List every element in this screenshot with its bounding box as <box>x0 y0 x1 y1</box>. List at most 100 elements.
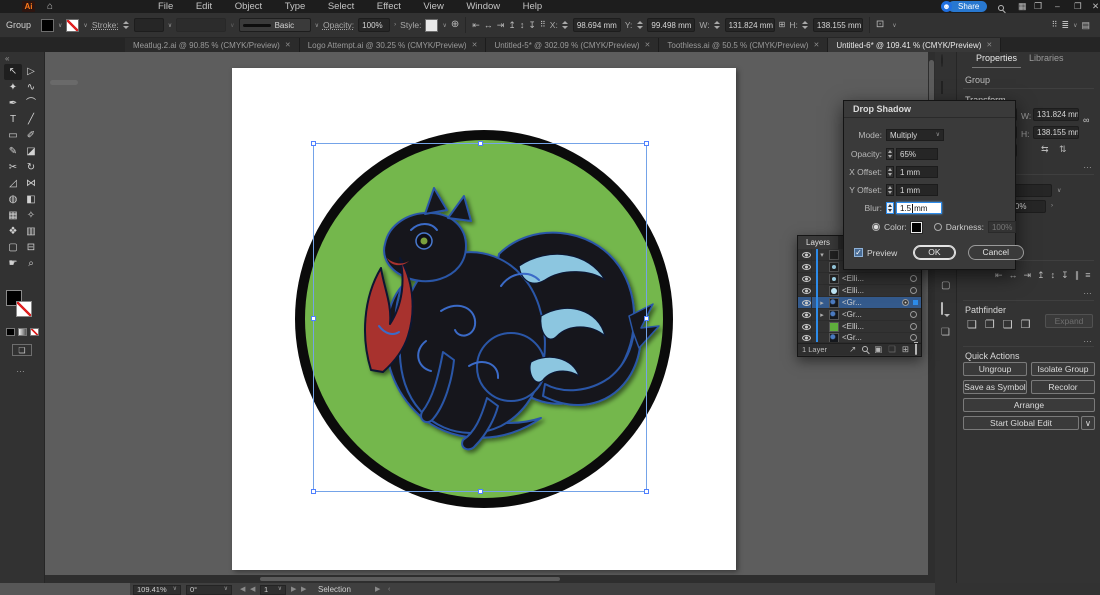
curvature-tool[interactable]: ⌒ <box>22 96 40 112</box>
artboards-panel-icon[interactable]: ▢ <box>941 280 950 291</box>
visibility-eye-icon[interactable] <box>798 309 812 321</box>
opacity-stepper[interactable] <box>886 148 894 160</box>
prev-artboard-icon[interactable]: ◀ <box>250 584 255 595</box>
menu-edit[interactable]: Edit <box>186 0 222 13</box>
locate-object-icon[interactable] <box>862 345 868 354</box>
layer-name[interactable]: <Gr... <box>842 310 910 319</box>
align-bottom-icon[interactable]: ↧ <box>1061 270 1069 281</box>
color-button[interactable] <box>6 328 15 336</box>
workspace-switcher-icon[interactable]: ▦ <box>1018 0 1027 13</box>
last-artboard-icon[interactable]: ▶ <box>301 584 306 595</box>
layer-name[interactable]: <Elli... <box>842 322 910 331</box>
layer-name[interactable]: <Elli... <box>842 274 910 283</box>
column-graph-tool[interactable]: ▥ <box>22 224 40 240</box>
y-field[interactable]: 99.498 mm <box>647 18 695 32</box>
shape-builder-tool[interactable]: ◍ <box>4 192 22 208</box>
shadow-color-swatch[interactable] <box>911 222 922 233</box>
status-expand-icon[interactable]: ▶ <box>375 584 380 595</box>
align-top-icon[interactable]: ↥ <box>508 20 516 31</box>
layer-thumbnail[interactable] <box>829 250 839 260</box>
align-right-icon[interactable]: ⇥ <box>1024 270 1032 281</box>
expand-chevron-icon[interactable]: ▾ <box>818 251 826 259</box>
direct-selection-tool[interactable]: ▷ <box>22 64 40 80</box>
layer-row-group-selected[interactable]: ▸ <Gr... <box>798 297 921 309</box>
document-setup-globe-icon[interactable]: ⊕ <box>451 18 459 32</box>
stroke-weight-stepper[interactable] <box>123 19 130 32</box>
selection-handle-middle-right[interactable] <box>644 316 649 321</box>
visibility-eye-icon[interactable] <box>798 261 812 273</box>
doc-tab-meatlug[interactable]: Meatlug.2.ai @ 90.85 % (CMYK/Preview) ✕ <box>125 38 300 52</box>
menu-window[interactable]: Window <box>456 0 510 13</box>
brush-chevron-icon[interactable]: ∨ <box>315 22 319 29</box>
doc-tab-logo-attempt[interactable]: Logo Attempt.ai @ 30.25 % (CMYK/Preview)… <box>300 38 487 52</box>
stroke-weight-label[interactable]: Stroke: <box>92 20 119 30</box>
selection-handle-top-center[interactable] <box>478 141 483 146</box>
menu-effect[interactable]: Effect <box>367 0 411 13</box>
doc-tab-untitled-5[interactable]: Untitled-5* @ 302.09 % (CMYK/Preview) ✕ <box>486 38 659 52</box>
target-circle[interactable] <box>910 287 917 294</box>
appearance-stroke-chevron-icon[interactable]: ∨ <box>1057 187 1061 194</box>
close-icon[interactable]: ✕ <box>285 41 291 49</box>
menu-select[interactable]: Select <box>318 0 364 13</box>
align-middle-icon[interactable]: ↕ <box>1051 270 1056 281</box>
gradient-tool[interactable]: ◧ <box>22 192 40 208</box>
doc-tab-toothless[interactable]: Toothless.ai @ 50.5 % (CMYK/Preview) ✕ <box>659 38 828 52</box>
status-grip-icon[interactable]: ‹ <box>388 584 390 595</box>
layer-row-ellipse[interactable]: <Elli... <box>798 285 921 297</box>
eyedropper-tool[interactable]: ✧ <box>22 208 40 224</box>
magic-wand-tool[interactable]: ✦ <box>4 80 22 96</box>
constrain-proportions-icon[interactable]: ⊞ <box>779 18 786 32</box>
ok-button[interactable]: OK <box>913 245 955 260</box>
ungroup-button[interactable]: Ungroup <box>963 362 1027 376</box>
collapse-toolbar-icon[interactable]: « <box>5 54 9 63</box>
align-right-icon[interactable]: ⇥ <box>497 20 505 31</box>
shape-mode-chevron-icon[interactable]: ∨ <box>892 22 896 29</box>
lasso-tool[interactable]: ∿ <box>22 80 40 96</box>
account-avatar[interactable]: ☻ <box>941 1 952 12</box>
asset-export-panel-icon[interactable]: ❏ <box>941 327 950 338</box>
selection-handle-top-right[interactable] <box>644 141 649 146</box>
minimize-button[interactable]: – <box>1055 0 1060 13</box>
mode-dropdown[interactable]: Multiply ∨ <box>886 129 944 141</box>
zoom-level-dropdown[interactable]: 109.41% ∨ <box>133 585 181 595</box>
recolor-button[interactable]: Recolor <box>1031 380 1095 394</box>
align-top-icon[interactable]: ↥ <box>1037 270 1045 281</box>
clipping-mask-icon[interactable]: ▣ <box>874 344 882 355</box>
x-stepper[interactable] <box>562 19 569 32</box>
arrange-button[interactable]: Arrange <box>963 398 1095 412</box>
layer-thumbnail[interactable] <box>829 286 839 296</box>
zoom-tool[interactable]: ⌕ <box>22 256 40 272</box>
x-field[interactable]: 98.694 mm <box>573 18 621 32</box>
width-tool[interactable]: ⋈ <box>22 176 40 192</box>
layer-name[interactable]: <Gr... <box>842 298 902 307</box>
visibility-eye-icon[interactable] <box>798 285 812 297</box>
slice-tool[interactable]: ⊟ <box>22 240 40 256</box>
next-artboard-icon[interactable]: ▶ <box>291 584 296 595</box>
y-offset-field[interactable]: 1 mm <box>896 184 938 196</box>
align-left-icon[interactable]: ⇤ <box>472 20 480 31</box>
blur-field-focused[interactable]: 1.5 mm <box>896 202 942 214</box>
h-field[interactable]: 138.155 mm <box>813 18 863 32</box>
layer-thumbnail[interactable] <box>829 322 839 332</box>
flip-horizontal-icon[interactable]: ⇆ <box>1041 144 1049 155</box>
target-circle-selected[interactable] <box>902 299 909 306</box>
constrain-link-icon[interactable]: ∞ <box>1083 115 1089 125</box>
transform-grid-icon[interactable]: ⠿ <box>540 18 546 32</box>
y-stepper[interactable] <box>636 19 643 32</box>
artboard-tool[interactable]: ▢ <box>4 240 22 256</box>
blur-stepper[interactable] <box>886 202 894 214</box>
layer-row-ellipse[interactable]: <Elli... <box>798 273 921 285</box>
menu-object[interactable]: Object <box>225 0 272 13</box>
flip-vertical-icon[interactable]: ⇅ <box>1059 144 1067 155</box>
layer-thumbnail[interactable] <box>829 310 839 320</box>
rotate-tool[interactable]: ↻ <box>22 160 40 176</box>
y-offset-stepper[interactable] <box>886 184 894 196</box>
artboard-number-dropdown[interactable]: 1 ∨ <box>260 585 286 595</box>
selection-bounding-box[interactable] <box>313 143 647 492</box>
fill-chevron-icon[interactable]: ∨ <box>58 22 62 29</box>
new-sublayer-icon[interactable]: ❏ <box>888 344 896 355</box>
align-more-icon[interactable]: … <box>1083 286 1093 296</box>
home-icon[interactable]: ⌂ <box>47 0 53 13</box>
new-layer-icon[interactable]: ⊞ <box>902 344 909 355</box>
opacity-field[interactable]: 100% <box>358 18 390 32</box>
